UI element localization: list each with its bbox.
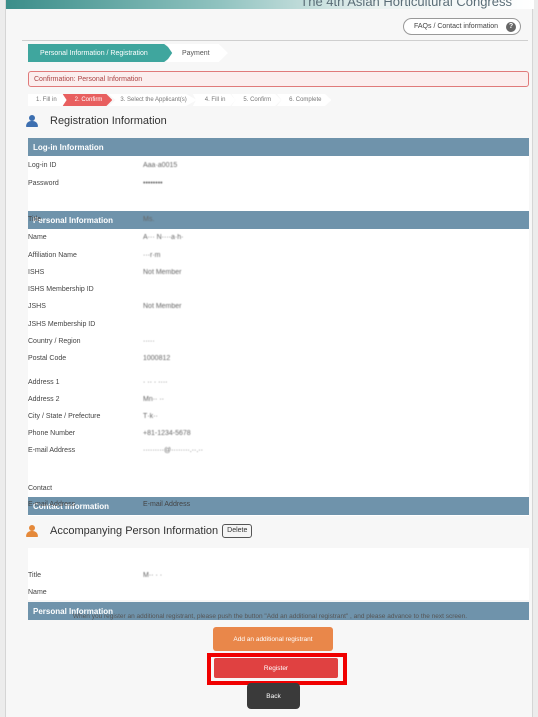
- registration-panel: [28, 138, 529, 516]
- jshs-label: JSHS: [28, 303, 46, 310]
- login-info-header: Log-in Information: [28, 138, 529, 156]
- header-divider: [317, 193, 318, 211]
- registration-title: Registration Information: [50, 115, 167, 127]
- personal-info-title: Personal Information: [33, 215, 114, 225]
- city-label: City / State / Prefecture: [28, 413, 101, 420]
- city-value: T·k··: [143, 413, 158, 420]
- login-id-value: Aaa·a0015: [143, 162, 178, 169]
- top-banner: The 4th Asian Horticultural Congress: [6, 0, 534, 9]
- accompanying-panel: [28, 548, 529, 600]
- register-button[interactable]: Register: [214, 658, 338, 678]
- sub-steps: 1. Fill in 2. Confirm 3. Select the Appl…: [28, 94, 332, 106]
- confirmation-bar: Confirmation: Personal Information: [28, 71, 529, 87]
- accompanying-title: Accompanying Person Information: [50, 525, 219, 537]
- login-info-title: Log-in Information: [33, 142, 104, 152]
- name-value: A··· N····a·h·: [143, 234, 184, 241]
- person-icon: [26, 525, 38, 537]
- substep-fill-in: 1. Fill in: [28, 94, 67, 106]
- contact-label: Contact: [28, 485, 53, 492]
- page: The 4th Asian Horticultural Congress FAQ…: [5, 0, 534, 717]
- substep-confirm-2: 5. Confirm: [231, 94, 282, 106]
- progress-step-registration-label: Personal Information / Registration: [40, 49, 148, 57]
- add-registrant-button[interactable]: Add an additional registrant: [213, 627, 333, 651]
- progress-step-registration: Personal Information / Registration: [28, 44, 176, 62]
- substep-select-applicant: 3. Select the Applicant(s): [108, 94, 197, 106]
- phone-label: Phone Number: [28, 430, 76, 437]
- contact-info-header: Contact Information: [28, 497, 529, 515]
- confirmation-bar-label: Confirmation: Personal Information: [34, 75, 143, 83]
- country-value: ·····: [143, 338, 155, 345]
- email-label: E-mail Address: [28, 447, 76, 454]
- postal-code-label: Postal Code: [28, 355, 67, 362]
- ishs-id-label: ISHS Membership ID: [28, 286, 94, 293]
- accompanying-heading: Accompanying Person Information Delete: [26, 524, 253, 538]
- affiliation-value: ···r·m: [143, 252, 161, 259]
- delete-button[interactable]: Delete: [222, 524, 253, 538]
- country-label: Country / Region: [28, 338, 81, 345]
- progress-step-payment: Payment: [166, 44, 228, 62]
- title-value: Ms.: [143, 216, 155, 223]
- affiliation-label: Affiliation Name: [28, 252, 77, 259]
- jshs-id-label: JSHS Membership ID: [28, 321, 96, 328]
- person-icon: [26, 115, 38, 127]
- personal-info-header: Personal Information: [28, 211, 529, 229]
- password-label: Password: [28, 180, 59, 187]
- substep-confirm: 2. Confirm: [62, 94, 113, 106]
- email-value: ·········@········.··.··: [143, 447, 203, 454]
- name-label: Name: [28, 234, 47, 241]
- registration-heading: Registration Information: [26, 115, 167, 127]
- accompanying-title-label: Title: [28, 572, 41, 579]
- substep-fill-in-2: 4. Fill in: [192, 94, 236, 106]
- contact-email-label: E-mail Address: [28, 501, 76, 508]
- ishs-label: ISHS: [28, 269, 45, 276]
- faq-contact-button[interactable]: FAQs / Contact information ?: [403, 18, 521, 35]
- substep-complete: 6. Complete: [277, 94, 332, 106]
- contact-email-value: E-mail Address: [143, 501, 191, 508]
- address-1-value: · ·· · ····: [143, 379, 168, 386]
- accompanying-title-value: M·· · ·: [143, 572, 163, 579]
- progress-step-payment-label: Payment: [182, 49, 210, 57]
- password-value: ••••••••: [143, 180, 163, 187]
- phone-value: +81-1234-5678: [143, 430, 191, 437]
- address-2-value: Mn·· ··: [143, 396, 164, 403]
- login-id-label: Log-in ID: [28, 162, 57, 169]
- address-1-label: Address 1: [28, 379, 60, 386]
- faq-label: FAQs / Contact information: [414, 23, 499, 30]
- divider: [22, 40, 528, 41]
- ishs-value: Not Member: [143, 269, 182, 276]
- banner-title: The 4th Asian Horticultural Congress: [300, 0, 512, 9]
- accompanying-name-label: Name: [28, 589, 47, 596]
- address-2-label: Address 2: [28, 396, 60, 403]
- instruction-note: When you register an additional registra…: [72, 613, 468, 620]
- back-button[interactable]: Back: [247, 683, 300, 709]
- title-label: Title: [28, 216, 41, 223]
- jshs-value: Not Member: [143, 303, 182, 310]
- help-icon: ?: [506, 22, 516, 32]
- postal-code-value: 1000812: [143, 355, 171, 362]
